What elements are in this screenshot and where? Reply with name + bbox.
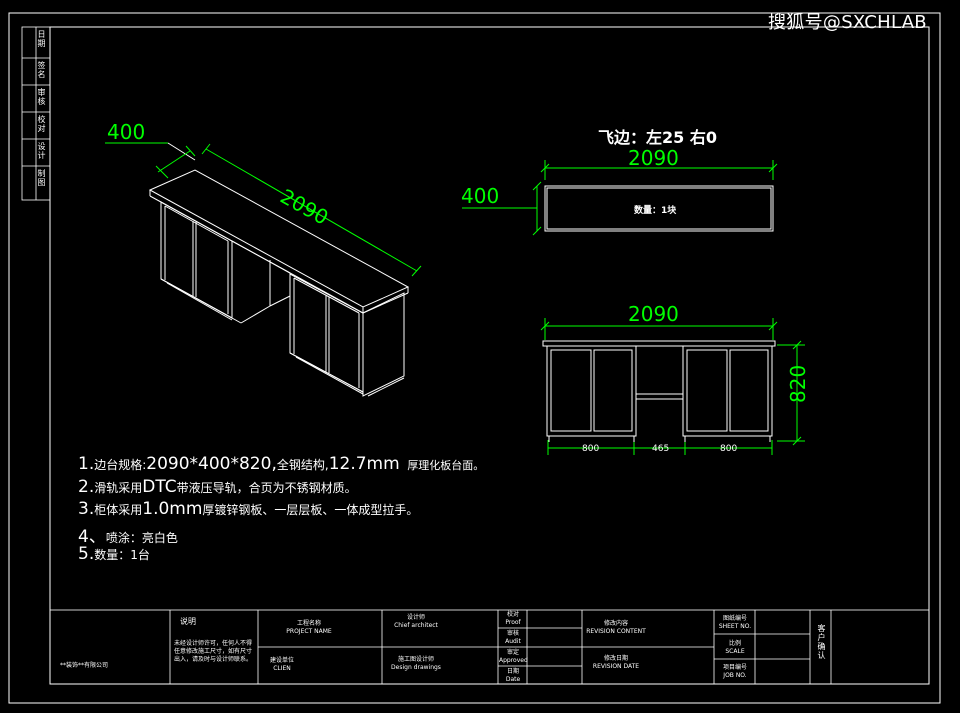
cad-drawing-viewport: { "watermark": "搜狐号@SXCHLAB", "dims": { … xyxy=(0,0,960,713)
note-line-3: 3.柜体采用1.0mm厚镀锌钢板、一层层板、一体成型拉手。 xyxy=(78,499,419,519)
side-label-proof: 校对 xyxy=(37,115,46,133)
front-view xyxy=(542,340,776,442)
tb-audit: 审核 Audit xyxy=(505,630,521,645)
tb-revision-date: 修改日期 REVISION DATE xyxy=(592,655,640,670)
tb-remark-body: 未经设计师许可，任何人不得任意修改施工尺寸，如有尺寸出入，请及时与设计师联系。 xyxy=(174,640,253,663)
front-height-label: 820 xyxy=(786,364,810,403)
front-dims xyxy=(540,318,805,455)
tb-sheet-no: 图纸编号 SHEET NO. xyxy=(718,615,752,630)
drawing-canvas xyxy=(8,12,941,704)
tb-job-no: 项目编号 JOB NO. xyxy=(722,664,747,679)
tb-proof: 校对 Proof xyxy=(505,611,521,626)
top-view-dims xyxy=(462,160,778,236)
tb-design-drawings: 施工图设计师 Design drawings xyxy=(391,656,441,671)
tb-client-confirm: 客户确认 xyxy=(817,624,826,660)
side-label-draft: 制图 xyxy=(37,169,46,187)
note-line-5: 5.数量：1台 xyxy=(78,544,150,564)
front-bottom-left-label: 800 xyxy=(582,444,600,454)
tb-date: 日期 Date xyxy=(505,668,521,683)
note-line-1: 1.边台规格:2090*400*820,全钢结构,12.7mm 厚理化板台面。 xyxy=(78,454,485,474)
front-length-label: 2090 xyxy=(628,302,679,326)
front-bottom-right-label: 800 xyxy=(720,444,738,454)
side-label-date: 日期 xyxy=(37,30,46,48)
top-view-depth-label: 400 xyxy=(461,184,500,208)
tb-client: 建设单位 CLIEN xyxy=(269,657,294,672)
top-view-qty: 数量：1块 xyxy=(634,206,677,216)
side-label-sign: 签名 xyxy=(37,61,46,79)
tb-chief-architect: 设计师 Chief architect xyxy=(394,614,438,629)
watermark: 搜狐号@SXCHLAB xyxy=(768,12,927,33)
outer-frame xyxy=(8,12,941,704)
top-view-flange-note: 飞边：左25 右0 xyxy=(598,128,717,147)
note-line-2: 2.滑轨采用DTC带液压导轨，合页为不锈钢材质。 xyxy=(78,477,357,497)
front-bottom-mid-label: 465 xyxy=(652,444,670,454)
tb-scale: 比例 SCALE xyxy=(725,640,745,655)
tb-approved: 审定 Approved xyxy=(499,649,528,664)
side-label-review: 审核 xyxy=(37,88,46,106)
tb-project-name: 工程名称 PROJECT NAME xyxy=(286,620,332,635)
side-label-design: 设计 xyxy=(37,142,46,160)
tb-revision-content: 修改内容 REVISION CONTENT xyxy=(586,620,646,635)
tb-remark-title: 说明 xyxy=(180,617,196,626)
iso-dimensions xyxy=(105,142,422,277)
top-view-length-label: 2090 xyxy=(628,146,679,170)
iso-depth-label: 400 xyxy=(107,120,146,144)
tb-company: **装饰**有限公司 xyxy=(60,662,109,669)
